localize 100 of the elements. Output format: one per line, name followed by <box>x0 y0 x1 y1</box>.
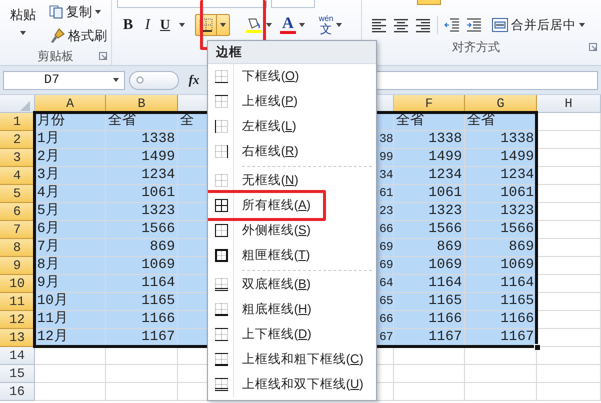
table-cell: 10月 <box>35 293 106 311</box>
font-color-button[interactable]: A <box>277 14 308 36</box>
row-header[interactable]: 9 <box>0 257 35 275</box>
border-style-icon <box>214 377 228 392</box>
font-name-field[interactable] <box>117 0 267 8</box>
border-style-icon <box>214 223 228 238</box>
fill-handle[interactable] <box>534 344 541 351</box>
table-cell: 1499 <box>465 149 537 167</box>
table-cell: 全省 <box>465 113 537 131</box>
row-header[interactable]: 8 <box>0 239 35 257</box>
table-cell: 869 <box>106 239 178 257</box>
menu-item[interactable]: 下框线(O) <box>208 64 376 89</box>
table-cell: 6月 <box>35 221 106 239</box>
table-cell: 1069 <box>106 257 178 275</box>
launcher-icon[interactable] <box>589 43 597 51</box>
table-cell: 1164 <box>465 275 537 293</box>
row-header[interactable]: 16 <box>0 383 35 401</box>
table-cell: 8月 <box>35 257 106 275</box>
row-header[interactable]: 14 <box>0 347 35 365</box>
borders-button[interactable] <box>195 14 230 36</box>
caret-icon[interactable] <box>266 23 272 27</box>
table-cell: 1338 <box>106 131 178 149</box>
table-cell: 869 <box>394 239 465 257</box>
caret-icon[interactable] <box>298 23 305 27</box>
column-header[interactable]: H <box>537 95 601 113</box>
row-header[interactable]: 10 <box>0 275 35 293</box>
table-cell: 1323 <box>106 203 178 221</box>
triangle-icon <box>20 101 30 111</box>
menu-item[interactable]: 上框线和双下框线(U) <box>208 372 376 397</box>
fill-bucket-icon <box>245 16 264 34</box>
table-cell: 1234 <box>465 167 537 185</box>
table-cell: 1499 <box>106 149 178 167</box>
caret-icon[interactable] <box>179 23 186 27</box>
table-cell: 9月 <box>35 275 106 293</box>
table-cell: 1338 <box>394 131 465 149</box>
border-style-icon <box>214 94 228 109</box>
row-header[interactable]: 4 <box>0 167 35 185</box>
border-style-icon <box>214 302 228 317</box>
circle-icon <box>136 76 144 84</box>
border-style-icon <box>214 352 228 367</box>
table-cell: 1165 <box>394 293 465 311</box>
table-cell: 1323 <box>465 203 537 221</box>
caret-icon[interactable] <box>113 78 119 82</box>
format-painter-button[interactable]: 格式刷 <box>46 25 110 47</box>
table-cell: 1061 <box>106 185 178 203</box>
merge-center-button[interactable]: 合并后居中 <box>489 14 588 36</box>
italic-button[interactable]: I <box>142 14 154 36</box>
bold-button[interactable]: B <box>120 14 136 36</box>
row-header[interactable]: 6 <box>0 203 35 221</box>
row-header[interactable]: 2 <box>0 131 35 149</box>
align-center-icon <box>393 17 409 33</box>
table-cell: 1165 <box>106 293 178 311</box>
table-cell: 1566 <box>394 221 465 239</box>
table-cell: 1166 <box>106 311 178 329</box>
row-header[interactable]: 13 <box>0 329 35 347</box>
name-box[interactable]: D7 <box>3 70 125 90</box>
menu-title: 边框 <box>208 41 376 64</box>
table-cell: 1323 <box>394 203 465 221</box>
copy-icon <box>49 5 63 19</box>
border-style-icon <box>214 198 228 213</box>
table-cell: 3月 <box>35 167 106 185</box>
table-cell: 1234 <box>106 167 178 185</box>
insert-function-button[interactable]: fx <box>183 70 205 90</box>
table-cell: 869 <box>465 239 537 257</box>
align-left-icon <box>371 17 387 33</box>
border-style-icon <box>214 119 228 134</box>
menu-item[interactable]: 上框线(P) <box>208 89 376 114</box>
table-cell: 1069 <box>465 257 537 275</box>
table-cell: 1164 <box>106 275 178 293</box>
caret-icon[interactable] <box>95 10 101 14</box>
row-header[interactable]: 1 <box>0 113 35 131</box>
caret-icon[interactable] <box>220 23 226 27</box>
font-size-field[interactable] <box>271 0 315 8</box>
table-cell: 7月 <box>35 239 106 257</box>
launcher-icon[interactable] <box>99 52 107 60</box>
caret-icon[interactable] <box>579 23 585 27</box>
group-label: 剪贴板 <box>38 48 74 65</box>
row-header[interactable]: 7 <box>0 221 35 239</box>
table-cell: 1164 <box>394 275 465 293</box>
caret-icon[interactable] <box>336 23 342 27</box>
table-cell: 1165 <box>465 293 537 311</box>
decrease-indent-icon <box>444 17 460 33</box>
caret-icon[interactable] <box>20 30 26 34</box>
table-cell: 全省 <box>106 113 178 131</box>
table-cell: 1499 <box>394 149 465 167</box>
phonetic-button[interactable]: wén 文 <box>316 14 346 36</box>
paste-button[interactable]: 粘贴 <box>0 0 46 44</box>
row-header[interactable]: 15 <box>0 365 35 383</box>
table-cell: 2月 <box>35 149 106 167</box>
formula-bar-handle[interactable] <box>129 70 179 90</box>
copy-button[interactable]: 复制 <box>46 1 110 23</box>
row-header[interactable]: 11 <box>0 293 35 311</box>
underline-button[interactable]: U <box>157 14 174 36</box>
menu-item[interactable]: 上框线和粗下框线(C) <box>208 347 376 372</box>
brush-icon <box>49 28 65 44</box>
row-header[interactable]: 12 <box>0 311 35 329</box>
row-header[interactable]: 5 <box>0 185 35 203</box>
merge-icon <box>492 18 508 32</box>
table-cell: 1061 <box>465 185 537 203</box>
row-header[interactable]: 3 <box>0 149 35 167</box>
